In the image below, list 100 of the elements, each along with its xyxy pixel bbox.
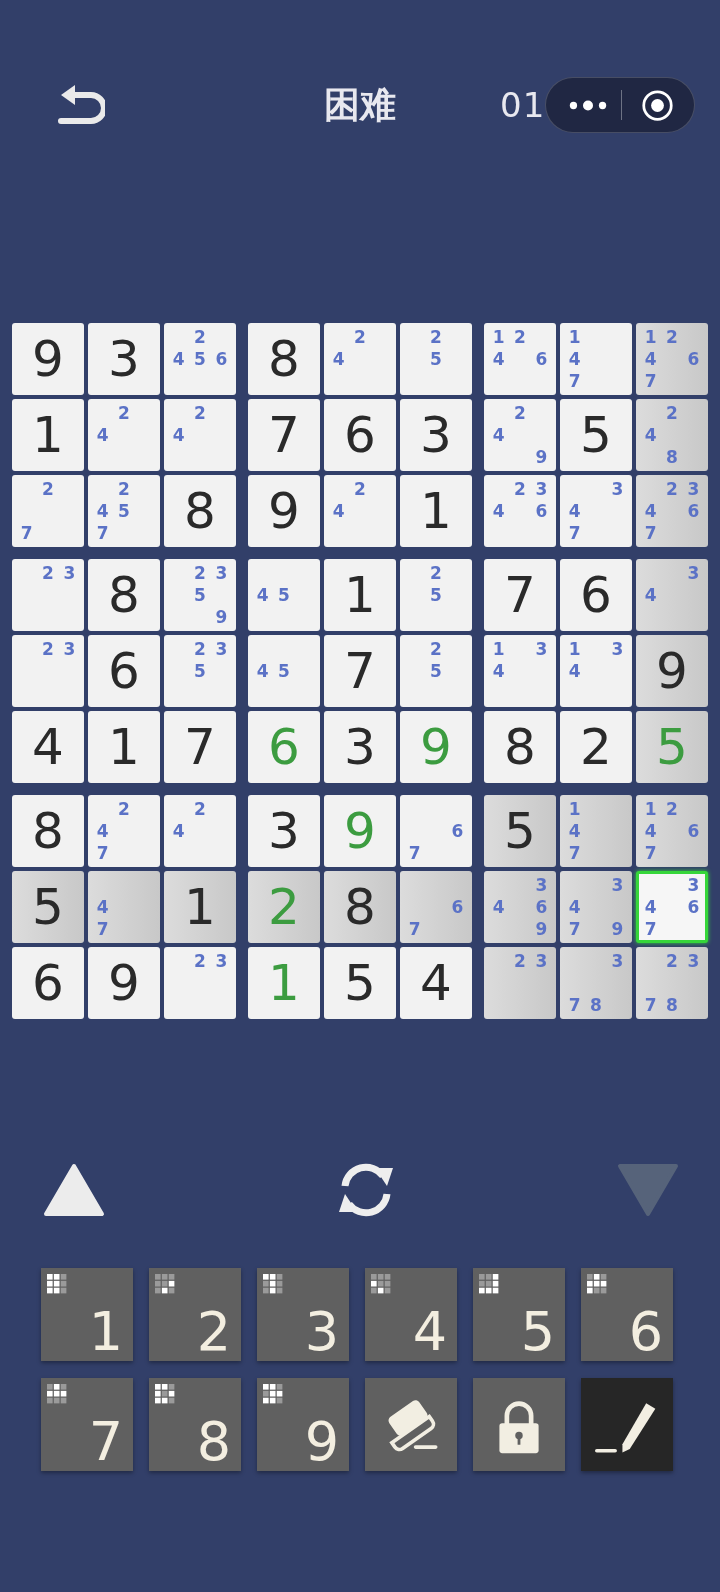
sudoku-cell[interactable]: 9 (12, 323, 84, 395)
sudoku-cell[interactable]: 2 7 (12, 475, 84, 547)
sudoku-cell[interactable]: 9 (324, 795, 396, 867)
sudoku-cell[interactable]: 2 3 (164, 947, 236, 1019)
sudoku-cell[interactable]: 7 (248, 399, 320, 471)
sudoku-cell[interactable]: 9 (88, 947, 160, 1019)
sudoku-cell[interactable]: 2 3 5 (164, 635, 236, 707)
sudoku-cell[interactable]: 3 4 (636, 559, 708, 631)
sudoku-cell[interactable]: 2 4 (164, 399, 236, 471)
sudoku-cell[interactable]: 1 (12, 399, 84, 471)
sudoku-cell[interactable]: 2 4 8 (636, 399, 708, 471)
sudoku-cell[interactable]: 5 (484, 795, 556, 867)
sudoku-cell[interactable]: 9 (400, 711, 472, 783)
back-icon[interactable] (55, 83, 105, 127)
sudoku-cell[interactable]: 3 4 6 9 (484, 871, 556, 943)
sudoku-cell[interactable]: 5 (324, 947, 396, 1019)
lock-button[interactable] (473, 1378, 565, 1471)
sudoku-cell[interactable]: 2 3 (12, 559, 84, 631)
sudoku-cell[interactable]: 6 (248, 711, 320, 783)
sudoku-cell[interactable]: 1 4 7 (560, 323, 632, 395)
sudoku-cell[interactable]: 2 3 4 6 7 (636, 475, 708, 547)
sudoku-cell[interactable]: 8 (88, 559, 160, 631)
sudoku-cell[interactable]: 1 3 4 (560, 635, 632, 707)
sudoku-cell[interactable]: 2 4 (164, 795, 236, 867)
sudoku-cell[interactable]: 3 4 7 9 (560, 871, 632, 943)
sudoku-cell[interactable]: 2 5 (400, 559, 472, 631)
number-key[interactable]: 8 (149, 1378, 241, 1471)
pencil-mark: 2 (513, 402, 527, 424)
sudoku-cell[interactable]: 5 (560, 399, 632, 471)
sudoku-cell[interactable]: 6 (560, 559, 632, 631)
sudoku-cell[interactable]: 3 (88, 323, 160, 395)
sudoku-cell[interactable]: 2 5 (400, 635, 472, 707)
sudoku-cell[interactable]: 7 (324, 635, 396, 707)
sudoku-cell[interactable]: 4 (12, 711, 84, 783)
number-key[interactable]: 1 (41, 1268, 133, 1361)
sudoku-cell[interactable]: 3 (248, 795, 320, 867)
sudoku-cell[interactable]: 7 (164, 711, 236, 783)
sudoku-cell[interactable]: 2 4 9 (484, 399, 556, 471)
sudoku-cell[interactable]: 1 2 4 6 7 (636, 323, 708, 395)
sudoku-cell[interactable]: 1 (88, 711, 160, 783)
sudoku-cell[interactable]: 4 7 (88, 871, 160, 943)
number-key[interactable]: 3 (257, 1268, 349, 1361)
sudoku-cell[interactable]: 1 4 7 (560, 795, 632, 867)
sudoku-cell[interactable]: 2 3 5 9 (164, 559, 236, 631)
erase-button[interactable] (365, 1378, 457, 1471)
number-key[interactable]: 7 (41, 1378, 133, 1471)
pencil-mark: 1 (567, 326, 582, 348)
more-icon[interactable] (568, 99, 608, 111)
sudoku-cell[interactable]: 9 (636, 635, 708, 707)
sudoku-cell[interactable]: 4 5 (248, 635, 320, 707)
pencil-mark: 2 (353, 326, 367, 348)
sudoku-cell[interactable]: 2 3 (12, 635, 84, 707)
sudoku-cell[interactable]: 5 (636, 711, 708, 783)
sudoku-cell[interactable]: 1 3 4 (484, 635, 556, 707)
sudoku-cell[interactable]: 2 4 (324, 475, 396, 547)
sudoku-cell[interactable]: 2 (248, 871, 320, 943)
sudoku-cell[interactable]: 8 (164, 475, 236, 547)
sudoku-cell[interactable]: 2 4 7 (88, 795, 160, 867)
number-key[interactable]: 2 (149, 1268, 241, 1361)
sudoku-cell[interactable]: 3 (324, 711, 396, 783)
sudoku-cell[interactable]: 2 5 (400, 323, 472, 395)
up-arrow-icon[interactable] (42, 1162, 106, 1218)
sudoku-cell[interactable]: 6 (88, 635, 160, 707)
sudoku-cell[interactable]: 1 2 4 6 (484, 323, 556, 395)
sudoku-cell[interactable]: 2 4 (88, 399, 160, 471)
number-key[interactable]: 5 (473, 1268, 565, 1361)
number-key[interactable]: 6 (581, 1268, 673, 1361)
sudoku-cell[interactable]: 1 (164, 871, 236, 943)
sudoku-cell[interactable]: 1 (248, 947, 320, 1019)
sudoku-cell[interactable]: 3 (400, 399, 472, 471)
sudoku-cell[interactable]: 3 7 8 (560, 947, 632, 1019)
sudoku-cell[interactable]: 6 7 (400, 871, 472, 943)
sudoku-cell[interactable]: 2 3 (484, 947, 556, 1019)
sudoku-cell[interactable]: 8 (248, 323, 320, 395)
sudoku-cell[interactable]: 4 5 (248, 559, 320, 631)
pencil-mark: 3 (214, 562, 229, 584)
sudoku-cell[interactable]: 8 (324, 871, 396, 943)
sudoku-cell[interactable]: 1 2 4 6 7 (636, 795, 708, 867)
sudoku-cell[interactable]: 8 (484, 711, 556, 783)
sudoku-cell[interactable]: 2 4 5 7 (88, 475, 160, 547)
sudoku-cell[interactable]: 2 3 4 6 (484, 475, 556, 547)
sudoku-cell[interactable]: 2 4 5 6 (164, 323, 236, 395)
sudoku-cell[interactable]: 8 (12, 795, 84, 867)
sudoku-cell[interactable]: 4 (400, 947, 472, 1019)
sudoku-cell[interactable]: 9 (248, 475, 320, 547)
pencil-button[interactable] (581, 1378, 673, 1471)
sudoku-cell[interactable]: 2 (560, 711, 632, 783)
sudoku-cell[interactable]: 2 3 7 8 (636, 947, 708, 1019)
sudoku-cell[interactable]: 6 7 (400, 795, 472, 867)
sudoku-cell[interactable]: 2 4 (324, 323, 396, 395)
sudoku-cell[interactable]: 3 4 6 7 (636, 871, 708, 943)
number-key[interactable]: 9 (257, 1378, 349, 1471)
sudoku-cell[interactable]: 6 (324, 399, 396, 471)
number-key[interactable]: 4 (365, 1268, 457, 1361)
sudoku-cell[interactable]: 6 (12, 947, 84, 1019)
sudoku-cell[interactable]: 1 (400, 475, 472, 547)
sudoku-cell[interactable]: 1 (324, 559, 396, 631)
sudoku-cell[interactable]: 5 (12, 871, 84, 943)
sudoku-cell[interactable]: 7 (484, 559, 556, 631)
sudoku-cell[interactable]: 3 4 7 (560, 475, 632, 547)
